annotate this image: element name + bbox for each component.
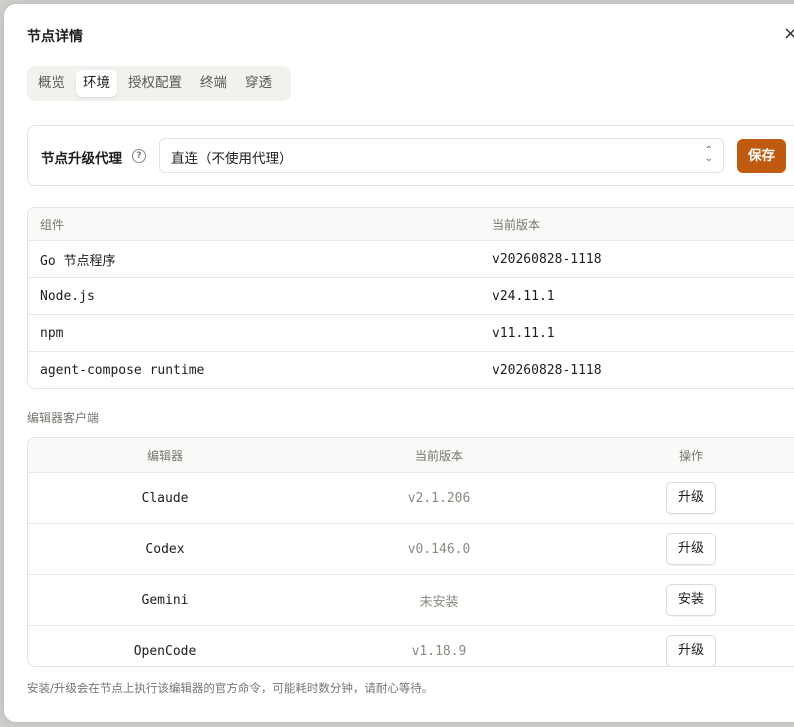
component-name: Node.js — [28, 277, 480, 315]
editor-version: v0.146.0 — [302, 523, 576, 575]
footnote: 安装/升级会在节点上执行该编辑器的官方命令，可能耗时数分钟，请耐心等待。 — [27, 681, 434, 695]
table-row: Codex v0.146.0 升级 — [28, 523, 794, 575]
column-header-action: 操作 — [576, 438, 794, 473]
table-row: agent-compose runtime v20260828-1118 — [28, 352, 794, 389]
component-name: agent-compose runtime — [40, 362, 205, 378]
upgrade-proxy-label: 节点升级代理 — [41, 151, 122, 167]
component-version: v11.11.1 — [480, 314, 794, 352]
component-name: Go 节点程序 — [28, 240, 480, 278]
tab-tunnel[interactable]: 穿透 — [238, 70, 279, 97]
column-header-version: 当前版本 — [302, 438, 576, 473]
component-name: npm — [28, 314, 480, 352]
table-row: npm v11.11.1 — [28, 314, 794, 352]
tab-environment[interactable]: 环境 — [76, 70, 117, 97]
help-circle-icon[interactable]: ? — [132, 149, 146, 163]
tab-terminal[interactable]: 终端 — [193, 70, 234, 97]
table-row: Go 节点程序 v20260828-1118 — [28, 240, 794, 278]
editor-version: v1.18.9 — [411, 643, 467, 659]
upgrade-button[interactable]: 升级 — [666, 533, 716, 565]
dialog-title: 节点详情 — [27, 29, 83, 45]
tab-auth-config[interactable]: 授权配置 — [121, 70, 189, 97]
upgrade-proxy-card: 节点升级代理 ? 直连（不使用代理） ⌃ ⌄ 保存 — [27, 125, 794, 186]
upgrade-proxy-value: 直连（不使用代理） — [171, 151, 293, 167]
upgrade-proxy-select[interactable]: 直连（不使用代理） ⌃ ⌄ — [159, 138, 724, 173]
editors-section-label: 编辑器客户端 — [27, 411, 100, 425]
save-button[interactable]: 保存 — [737, 139, 786, 173]
component-version: v20260828-1118 — [492, 362, 602, 378]
editor-name: Codex — [28, 523, 302, 575]
tab-overview[interactable]: 概览 — [31, 70, 72, 97]
tab-bar: 概览 环境 授权配置 终端 穿透 — [27, 66, 291, 101]
column-header-editor: 编辑器 — [28, 438, 302, 473]
upgrade-button[interactable]: 升级 — [666, 635, 716, 666]
component-version: v20260828-1118 — [480, 240, 794, 278]
components-table: 组件 当前版本 Go 节点程序 v20260828-1118 Node.js v… — [27, 207, 794, 389]
close-icon[interactable]: × — [783, 24, 794, 44]
install-button[interactable]: 安装 — [666, 584, 716, 616]
table-row: OpenCode v1.18.9 升级 — [28, 626, 794, 666]
node-details-dialog: 节点详情 × 概览 环境 授权配置 终端 穿透 节点升级代理 ? 直连（不使用代… — [4, 4, 794, 722]
column-header-version: 当前版本 — [480, 208, 794, 241]
editor-name: Gemini — [28, 574, 302, 626]
table-row: Gemini 未安装 安装 — [28, 574, 794, 626]
table-row: Node.js v24.11.1 — [28, 277, 794, 315]
editors-table: 编辑器 当前版本 操作 Claude v2.1.206 升级 Codex v0.… — [27, 437, 794, 667]
editor-name: Claude — [28, 472, 302, 524]
chevron-up-down-icon: ⌃ ⌄ — [704, 145, 713, 164]
editor-version: 未安装 — [302, 574, 576, 626]
editor-version: v2.1.206 — [302, 472, 576, 524]
upgrade-button[interactable]: 升级 — [666, 482, 716, 514]
editor-name: OpenCode — [133, 643, 197, 659]
component-version: v24.11.1 — [480, 277, 794, 315]
table-row: Claude v2.1.206 升级 — [28, 472, 794, 524]
column-header-component: 组件 — [28, 208, 480, 241]
